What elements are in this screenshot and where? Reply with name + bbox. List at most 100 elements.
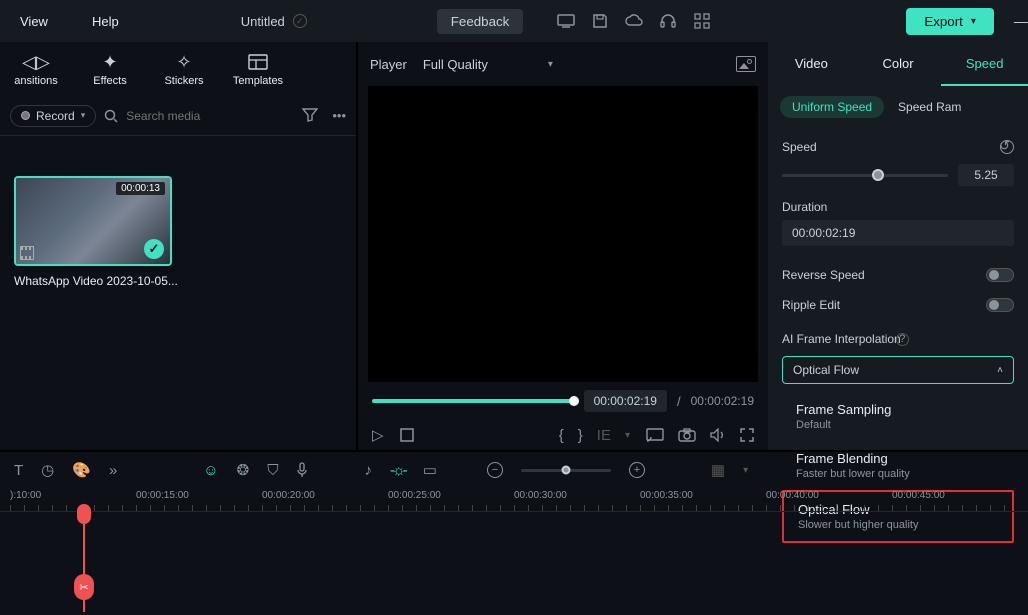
equalizer-icon[interactable]: IE xyxy=(597,427,611,444)
clip-name: WhatsApp Video 2023-10-05... xyxy=(14,274,342,288)
chevron-down-icon[interactable]: ▾ xyxy=(625,430,630,441)
transitions-icon: ◁▷ xyxy=(25,51,47,73)
duration-value[interactable]: 00:00:02:19 xyxy=(782,220,1014,246)
chevron-down-icon: ▾ xyxy=(81,110,86,121)
subtab-speed-ramp[interactable]: Speed Ram xyxy=(894,96,965,118)
monitor-icon[interactable] xyxy=(557,12,575,30)
search-icon xyxy=(104,109,118,123)
option-frame-blending[interactable]: Frame Blending Faster but lower quality xyxy=(782,441,1014,490)
current-time: 00:00:02:19 xyxy=(584,390,667,412)
quality-select[interactable]: Full Quality ▾ xyxy=(423,57,553,72)
chevron-down-icon[interactable]: ▾ xyxy=(743,465,748,476)
templates-icon xyxy=(247,51,269,73)
tab-video[interactable]: Video xyxy=(768,42,855,86)
cast-icon[interactable] xyxy=(646,428,664,442)
option-title: Frame Sampling xyxy=(796,402,1000,417)
zoom-out-button[interactable]: − xyxy=(487,462,503,478)
quality-label: Full Quality xyxy=(423,57,488,72)
ruler-stamp: 00:00:25:00 xyxy=(388,490,441,501)
record-button[interactable]: Record ▾ xyxy=(10,105,96,127)
crop-icon[interactable]: ▭ xyxy=(423,461,437,479)
volume-icon[interactable] xyxy=(710,428,726,442)
brace-close-icon[interactable]: } xyxy=(578,427,583,444)
brace-open-icon[interactable]: { xyxy=(559,427,564,444)
tab-stickers[interactable]: ✧ Stickers xyxy=(152,51,216,87)
stop-icon[interactable] xyxy=(400,428,414,442)
tab-transitions[interactable]: ◁▷ ansitions xyxy=(4,51,68,87)
zoom-slider[interactable] xyxy=(521,469,611,472)
grid-view-icon[interactable]: ▦ xyxy=(711,461,725,479)
speed-label: Speed xyxy=(782,140,817,154)
tab-speed[interactable]: Speed xyxy=(941,42,1028,86)
option-subtitle: Faster but lower quality xyxy=(796,468,1000,480)
properties-panel: Video Color Speed Uniform Speed Speed Ra… xyxy=(768,42,1028,450)
media-clip[interactable]: 00:00:13 ✓ xyxy=(14,176,172,266)
menu-view[interactable]: View xyxy=(8,10,60,33)
smiley-icon[interactable]: ☺ xyxy=(203,462,218,479)
save-icon[interactable] xyxy=(591,12,609,30)
tab-label: Effects xyxy=(93,75,126,87)
tab-label: ansitions xyxy=(14,75,57,87)
subtab-uniform-speed[interactable]: Uniform Speed xyxy=(780,96,884,118)
tab-color[interactable]: Color xyxy=(855,42,942,86)
more-tools-icon[interactable]: » xyxy=(109,462,117,479)
export-button[interactable]: Export ▾ xyxy=(906,8,994,35)
media-panel: ◁▷ ansitions ✦ Effects ✧ Stickers Templa… xyxy=(0,42,358,450)
fullscreen-icon[interactable] xyxy=(740,428,754,442)
cloud-icon[interactable] xyxy=(625,12,643,30)
tab-effects[interactable]: ✦ Effects xyxy=(78,51,142,87)
ruler-stamp: 00:00:20:00 xyxy=(262,490,315,501)
speed-slider[interactable] xyxy=(782,174,948,177)
effects-icon: ✦ xyxy=(99,51,121,73)
grid-icon[interactable] xyxy=(693,12,711,30)
feedback-button[interactable]: Feedback xyxy=(437,9,524,34)
player-canvas[interactable] xyxy=(368,86,758,382)
dropdown-value: Optical Flow xyxy=(793,363,859,377)
reset-icon[interactable] xyxy=(1000,140,1014,154)
clip-duration: 00:00:13 xyxy=(116,182,165,195)
mic-icon[interactable] xyxy=(296,462,308,478)
minimize-icon[interactable]: — xyxy=(1014,13,1028,30)
help-icon[interactable]: ? xyxy=(896,333,909,346)
export-label: Export xyxy=(924,14,963,29)
filter-icon[interactable] xyxy=(302,108,318,123)
timer-icon[interactable]: ◷ xyxy=(41,461,54,479)
duration-label: Duration xyxy=(782,200,1014,214)
ai-frame-dropdown[interactable]: Optical Flow ˄ xyxy=(782,356,1014,384)
timeline-ruler[interactable]: ):10:00 00:00:15:00 00:00:20:00 00:00:25… xyxy=(0,488,1028,512)
player-seek-slider[interactable] xyxy=(372,399,574,403)
search-input[interactable] xyxy=(126,109,294,123)
more-icon[interactable]: ••• xyxy=(332,108,346,123)
snapshot-icon[interactable] xyxy=(736,56,756,72)
camera-icon[interactable] xyxy=(678,428,696,442)
tab-label: Templates xyxy=(233,75,283,87)
ruler-stamp: 00:00:35:00 xyxy=(640,490,693,501)
palette-icon[interactable]: 🎨 xyxy=(72,461,91,479)
chevron-down-icon: ▾ xyxy=(971,16,976,27)
player-tab[interactable]: Player xyxy=(370,57,407,72)
sparkle-icon[interactable]: ❂ xyxy=(237,461,250,479)
reverse-speed-toggle[interactable] xyxy=(986,268,1014,282)
menu-help[interactable]: Help xyxy=(80,10,131,33)
ruler-stamp: ):10:00 xyxy=(10,490,41,501)
headphones-icon[interactable] xyxy=(659,12,677,30)
stickers-icon: ✧ xyxy=(173,51,195,73)
shield-icon[interactable]: ⛉ xyxy=(267,462,278,479)
text-tool-icon[interactable]: T xyxy=(14,462,23,479)
music-icon[interactable]: ♪ xyxy=(364,462,372,479)
tab-templates[interactable]: Templates xyxy=(226,51,290,87)
play-icon[interactable]: ▷ xyxy=(372,426,384,444)
align-icon[interactable]: -☼- xyxy=(390,462,405,479)
timeline-tracks[interactable]: ✂ xyxy=(0,512,1028,612)
ripple-edit-toggle[interactable] xyxy=(986,298,1014,312)
tab-label: Stickers xyxy=(164,75,203,87)
player-panel: Player Full Quality ▾ 00:00:02:19 / 00:0… xyxy=(358,42,768,450)
check-icon: ✓ xyxy=(144,239,164,259)
reverse-speed-label: Reverse Speed xyxy=(782,268,865,282)
cut-marker-icon[interactable]: ✂ xyxy=(74,574,94,600)
doc-title: Untitled xyxy=(241,14,285,29)
zoom-in-button[interactable]: + xyxy=(629,462,645,478)
option-frame-sampling[interactable]: Frame Sampling Default xyxy=(782,392,1014,441)
option-title: Frame Blending xyxy=(796,451,1000,466)
record-dot-icon xyxy=(21,111,30,120)
